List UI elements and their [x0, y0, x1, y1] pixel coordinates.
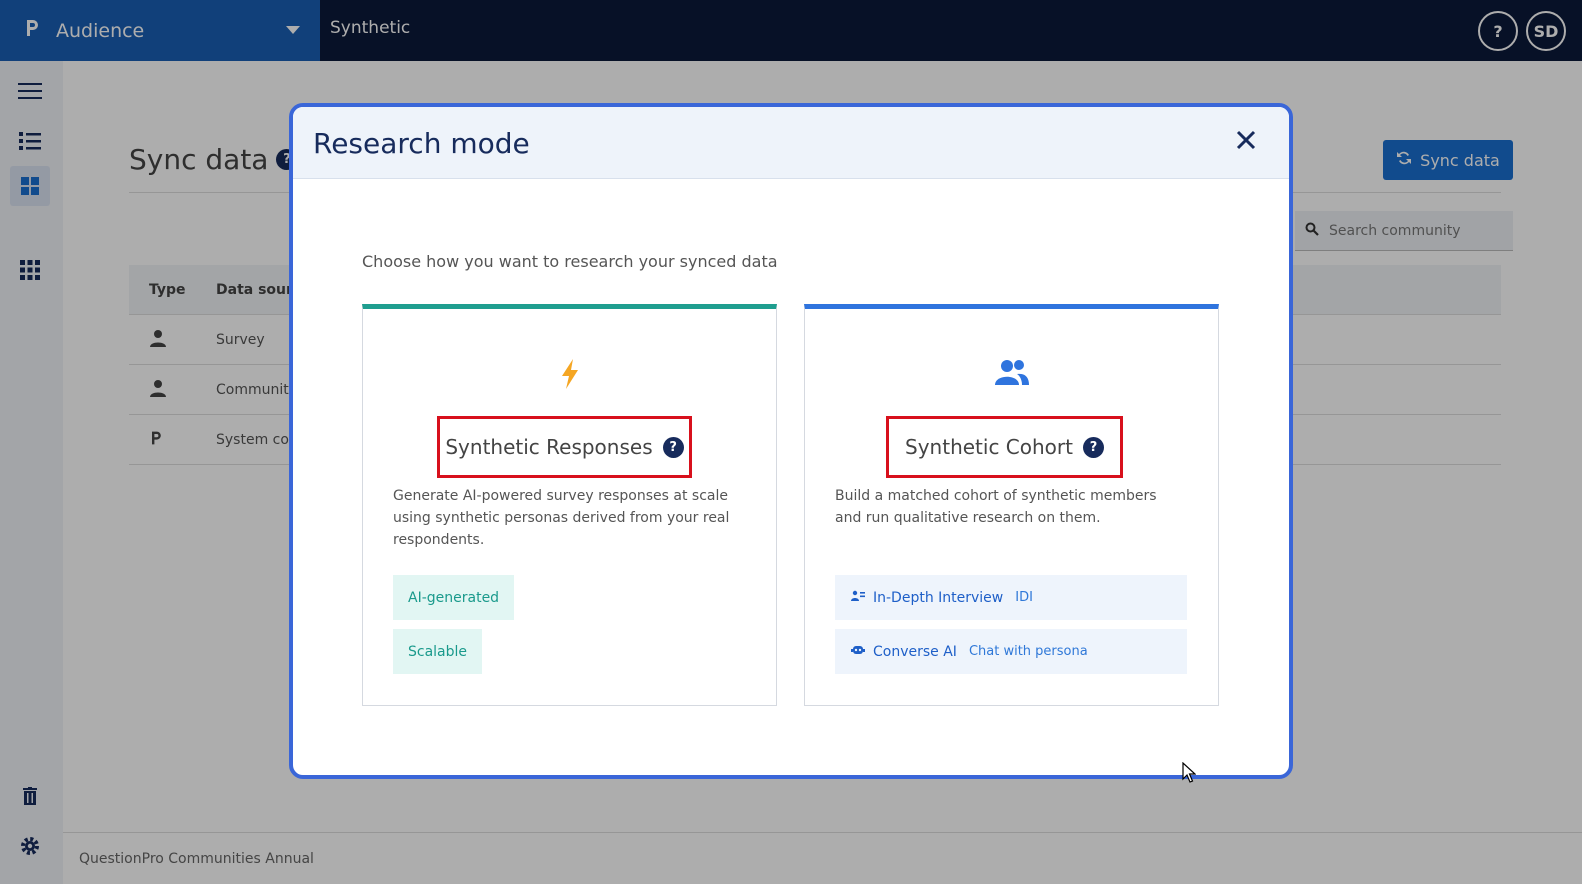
interview-icon — [851, 590, 865, 606]
synthetic-cohort-title: Synthetic Cohort ? — [886, 416, 1123, 478]
method-label: Converse AI — [873, 643, 957, 660]
method-converse-ai[interactable]: Converse AI Chat with persona — [835, 629, 1187, 674]
method-in-depth-interview[interactable]: In-Depth Interview IDI — [835, 575, 1187, 620]
method-sublabel: Chat with persona — [968, 644, 1088, 659]
card-title-text: Synthetic Responses — [445, 435, 653, 459]
dialog-subtitle: Choose how you want to research your syn… — [362, 252, 778, 271]
users-icon — [994, 359, 1029, 389]
dialog-header: Research mode — [293, 107, 1289, 179]
card-description: Build a matched cohort of synthetic memb… — [835, 488, 1157, 526]
close-icon[interactable] — [1235, 129, 1261, 155]
help-icon[interactable]: ? — [662, 436, 684, 458]
synthetic-cohort-card[interactable]: Synthetic Cohort ? Build a matched cohor… — [804, 304, 1219, 706]
card-description: Generate AI-powered survey responses at … — [393, 488, 730, 548]
help-icon[interactable]: ? — [1082, 436, 1104, 458]
tag-scalable: Scalable — [393, 629, 483, 674]
lightning-icon — [559, 359, 581, 393]
synthetic-responses-title: Synthetic Responses ? — [437, 416, 692, 478]
robot-icon — [851, 644, 865, 660]
tag-ai-generated: AI-generated — [393, 575, 515, 620]
card-title-text: Synthetic Cohort — [905, 435, 1073, 459]
synthetic-responses-card[interactable]: Synthetic Responses ? Generate AI-powere… — [362, 304, 777, 706]
mouse-cursor-icon — [1182, 761, 1197, 788]
research-mode-dialog: Research mode Choose how you want to res… — [289, 103, 1293, 779]
method-label: In-Depth Interview — [873, 589, 1004, 606]
method-sublabel: IDI — [1015, 590, 1033, 605]
dialog-title: Research mode — [313, 127, 530, 160]
